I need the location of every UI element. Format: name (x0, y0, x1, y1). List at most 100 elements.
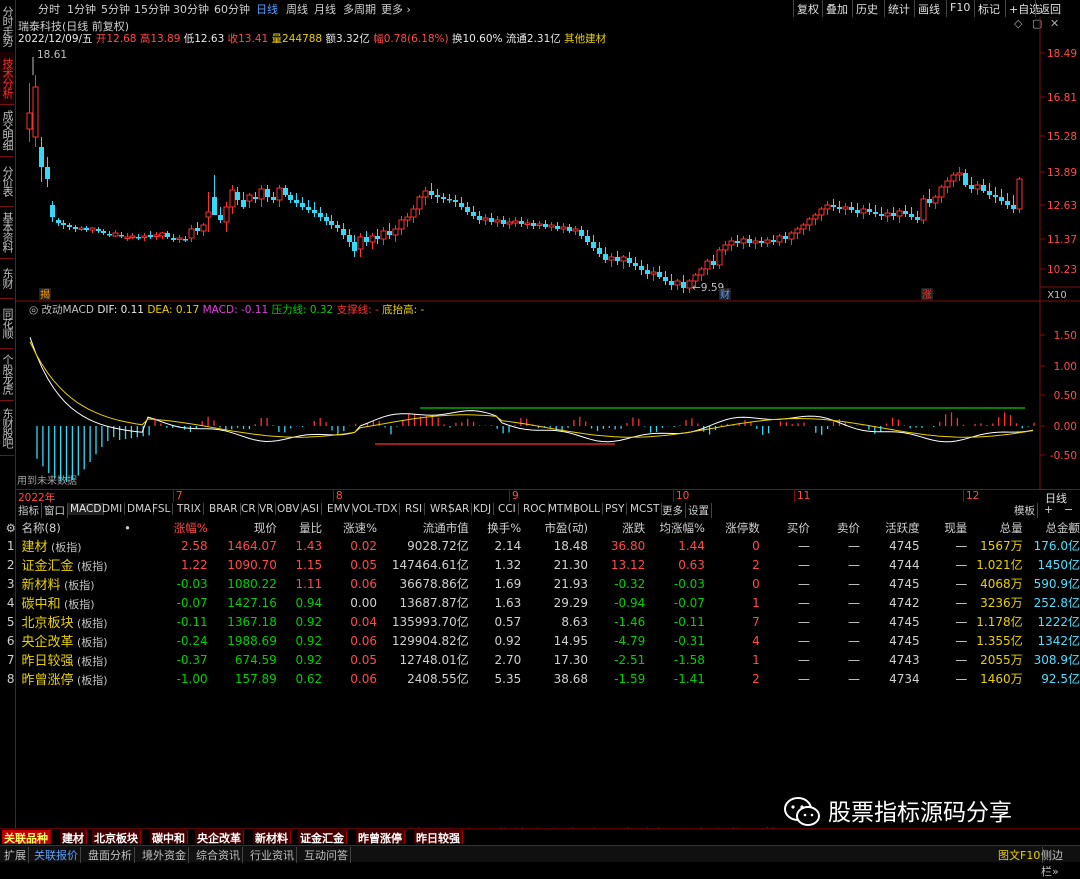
left-tab-4[interactable]: 基本资料 (0, 206, 14, 259)
column-header[interactable]: 现价 (208, 519, 277, 536)
related-tab-6[interactable]: 证金汇金 (298, 830, 347, 845)
table-row[interactable]: 6 央企改革 (板指) -0.24 1988.69 0.92 0.06 129904.82亿… (0, 631, 1080, 651)
table-row[interactable]: 2 证金汇金 (板指) 1.22 1090.70 1.15 0.05 147464.61亿 1… (0, 555, 1080, 575)
column-header[interactable]: 涨停数 (705, 519, 760, 536)
left-tab-2[interactable]: 成交明细 (0, 104, 14, 157)
table-row[interactable]: 4 碳中和 (板指) -0.07 1427.16 0.94 0.00 13687.87亿 1.… (0, 593, 1080, 613)
left-tab-1[interactable]: 技术分析 (0, 52, 14, 105)
indicator-tab-trix[interactable]: TRIX (175, 503, 204, 515)
indicator-tab-设置[interactable]: 设置 (686, 503, 712, 518)
row-name-cell[interactable]: 北京板块 (板指) (21, 612, 124, 631)
indicator-tab-窗口[interactable]: 窗口 (42, 503, 68, 518)
period-9[interactable]: 多周期 (343, 1, 376, 17)
row-name-cell[interactable]: 碳中和 (板指) (21, 593, 124, 612)
event-flag[interactable]: 涨 (922, 289, 932, 301)
column-header[interactable]: 活跃度 (860, 519, 920, 536)
table-row[interactable]: 3 新材料 (板指) -0.03 1080.22 1.11 0.06 36678.86亿 1.… (0, 574, 1080, 594)
indicator-tab-psy[interactable]: PSY (603, 503, 628, 515)
related-tab-4[interactable]: 央企改革 (195, 830, 244, 845)
period-10[interactable]: 更多 › (381, 1, 411, 17)
indicator-tab-sar[interactable]: SAR (446, 503, 473, 515)
sidebar-toggle[interactable]: 侧边栏» (1039, 847, 1080, 879)
table-row[interactable]: 7 昨日较强 (板指) -0.37 674.59 0.92 0.05 12748.01亿 2.… (0, 650, 1080, 670)
macd-chart[interactable]: 1.50 1.00 0.50 0.00 -0.50 ◎ 改动MACD DIF: 0.11 … (15, 302, 1080, 490)
table-row[interactable]: 8 昨曾涨停 (板指) -1.00 157.89 0.62 0.06 2408.55亿 5.3… (0, 669, 1080, 689)
related-tab-7[interactable]: 昨曾涨停 (356, 830, 405, 845)
left-tab-0[interactable]: 分时走势 (0, 0, 14, 53)
row-name-cell[interactable]: 建材 (板指) (21, 536, 124, 555)
left-tab-8[interactable]: 东财股吧 (0, 400, 14, 456)
column-header[interactable]: 换手% (469, 519, 521, 536)
indicator-tab-cci[interactable]: CCI (496, 503, 519, 515)
period-4[interactable]: 30分钟 (173, 1, 209, 17)
period-2[interactable]: 5分钟 (101, 1, 130, 17)
period-7[interactable]: 周线 (286, 1, 308, 17)
indicator-tab-fsl[interactable]: FSL (150, 503, 174, 515)
add-window-icon[interactable]: + (1044, 503, 1053, 516)
related-tab-3[interactable]: 碳中和 (150, 830, 188, 845)
related-tab-5[interactable]: 新材料 (253, 830, 291, 845)
period-0[interactable]: 分时 (38, 1, 60, 17)
settings-gear-icon[interactable]: ⚙ (0, 519, 21, 536)
kline-chart[interactable]: 18.49 16.81 15.28 13.89 12.63 11.37 10.23 X10 18… (15, 17, 1080, 302)
row-name-cell[interactable]: 证金汇金 (板指) (21, 555, 124, 574)
period-1[interactable]: 1分钟 (67, 1, 96, 17)
period-8[interactable]: 月线 (314, 1, 336, 17)
related-tab-8[interactable]: 昨日较强 (414, 830, 463, 845)
left-tab-7[interactable]: 个股龙虎 (0, 348, 14, 401)
indicator-tab-obv[interactable]: OBV (275, 503, 303, 515)
column-header[interactable]: 卖价 (810, 519, 860, 536)
related-tab-2[interactable]: 北京板块 (92, 830, 141, 845)
toolbar-button-8[interactable]: 返回 (1035, 0, 1064, 17)
indicator-tab-brar[interactable]: BRAR (207, 503, 241, 515)
event-flag[interactable]: 财 (720, 288, 730, 301)
toolbar-button-6[interactable]: 标记 (974, 0, 1003, 17)
related-tab-0[interactable]: 关联品种 (2, 830, 51, 845)
scroll-up-icon[interactable]: ▲ (1068, 522, 1075, 532)
period-3[interactable]: 15分钟 (134, 1, 170, 17)
column-header[interactable]: 涨跌 (588, 519, 645, 536)
left-tab-6[interactable]: 同花顺10 (0, 298, 14, 349)
indicator-tab-更多[interactable]: 更多 (660, 503, 686, 518)
row-name-cell[interactable]: 新材料 (板指) (21, 574, 124, 593)
toolbar-button-5[interactable]: F10 (946, 0, 973, 17)
indicator-tab-asi[interactable]: ASI (300, 503, 322, 515)
indicator-tab-vr[interactable]: VR (257, 503, 277, 515)
event-flag[interactable]: 揭 (40, 288, 50, 301)
indicator-tab-vol-tdx[interactable]: VOL-TDX (350, 503, 401, 515)
period-6[interactable]: 日线 (256, 1, 278, 17)
indicator-tab-指标[interactable]: 指标 (16, 503, 42, 518)
indicator-tab-roc[interactable]: ROC (521, 503, 549, 515)
indicator-tab-boll[interactable]: BOLL (571, 503, 603, 515)
column-header[interactable]: 市盈(动) (521, 519, 588, 536)
column-header[interactable]: 涨速% (322, 519, 377, 536)
toolbar-button-4[interactable]: 画线 (914, 0, 943, 17)
left-tab-5[interactable]: 东财10 (0, 258, 14, 299)
indicator-tab-kdj[interactable]: KDJ (471, 503, 495, 515)
column-header[interactable]: 流通市值 (377, 519, 469, 536)
related-tab-1[interactable]: 建材 (60, 830, 87, 845)
indicator-tab-macd[interactable]: MACD (68, 503, 105, 515)
column-header[interactable]: 现量 (920, 519, 967, 536)
toolbar-button-1[interactable]: 叠加 (822, 0, 851, 17)
indicator-tab-dmi[interactable]: DMI (100, 503, 126, 515)
toolbar-button-2[interactable]: 历史 (852, 0, 881, 17)
template-button[interactable]: 模板 (1012, 503, 1038, 518)
indicator-tab-mcst[interactable]: MCST (628, 503, 663, 515)
column-header[interactable]: 总量 (967, 519, 1023, 536)
column-header[interactable]: 买价 (760, 519, 810, 536)
column-header[interactable]: 涨幅% (150, 519, 208, 536)
indicator-tab-cr[interactable]: CR (239, 503, 259, 515)
table-row[interactable]: 1 建材 (板指) 2.58 1464.07 1.43 0.02 9028.72亿 2.14 1… (0, 536, 1080, 556)
indicator-tab-rsi[interactable]: RSI (403, 503, 426, 515)
left-tab-3[interactable]: 分价表 (0, 156, 14, 207)
column-header[interactable]: • (124, 519, 150, 536)
row-name-cell[interactable]: 央企改革 (板指) (21, 631, 124, 650)
column-header[interactable]: 量比 (277, 519, 322, 536)
period-5[interactable]: 60分钟 (214, 1, 250, 17)
indicator-tab-emv[interactable]: EMV (325, 503, 353, 515)
column-header[interactable]: 均涨幅% (645, 519, 704, 536)
column-header[interactable]: 名称(8) (21, 519, 124, 536)
table-row[interactable]: 5 北京板块 (板指) -0.11 1367.18 0.92 0.04 135993.70亿… (0, 612, 1080, 632)
remove-window-icon[interactable]: − (1064, 503, 1073, 516)
